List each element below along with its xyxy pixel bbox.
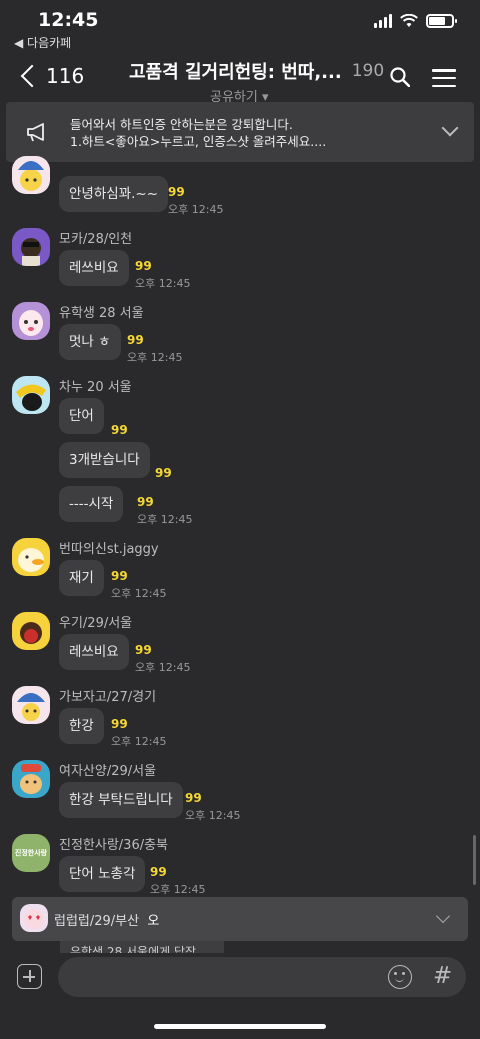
clock: 12:45 (38, 9, 99, 31)
status-bar: 12:45 ◀ 다음카페 (0, 0, 480, 50)
battery-icon (426, 14, 457, 28)
blue-diamond-icon (113, 65, 125, 77)
message-bubble[interactable]: 멋나 ㅎ (59, 324, 121, 360)
unread-chat-count: 116 (46, 64, 85, 88)
unread-count: 99 (111, 717, 128, 731)
message-time: 오후 12:45 (137, 513, 193, 526)
message-bubble[interactable]: 한강 (59, 708, 104, 744)
search-icon[interactable] (390, 67, 410, 87)
chat-title: 고품격 길거리헌팅: 번따,... (129, 62, 342, 83)
hashtag-icon[interactable]: # (433, 963, 452, 989)
unread-count: 99 (150, 865, 167, 879)
input-bar: # (0, 955, 480, 1039)
back-button[interactable]: 116 (18, 64, 84, 88)
notice-line-1: 들어와서 하트인증 안하는분은 강퇴합니다. (70, 117, 293, 132)
sender-name: 번따의신st.jaggy (59, 542, 159, 557)
avatar[interactable] (12, 686, 50, 724)
message-time: 오후 12:45 (111, 587, 167, 600)
message-bubble[interactable]: 한강 부탁드립니다 (59, 782, 183, 818)
message-time: 오후 12:45 (135, 661, 191, 674)
notice-banner[interactable]: 들어와서 하트인증 안하는분은 강퇴합니다. 1.하트<좋아요>누르고, 인증스… (6, 102, 474, 162)
unread-count: 99 (155, 466, 172, 480)
message-bubble[interactable]: 안녕하심꽈.~~ (59, 176, 169, 212)
message-time: 오후 12:45 (168, 203, 224, 216)
unread-count: 99 (137, 495, 154, 509)
scrollbar[interactable] (473, 835, 476, 885)
message-bubble[interactable]: 단어 (59, 398, 104, 434)
avatar[interactable] (12, 228, 50, 266)
message-time: 오후 12:45 (150, 883, 206, 896)
unread-count: 99 (111, 569, 128, 583)
unread-count: 99 (185, 791, 202, 805)
message-bubble[interactable]: 레쓰비요 (59, 634, 129, 670)
sender-name: 차누 20 서울 (59, 380, 132, 395)
sender-name: 여자산양/29/서울 (59, 764, 157, 779)
megaphone-icon (27, 123, 44, 142)
wifi-icon (400, 14, 418, 27)
avatar[interactable]: 진정한사랑 (12, 834, 50, 872)
avatar[interactable] (12, 302, 50, 340)
unread-count: 99 (135, 643, 152, 657)
new-message-preview[interactable]: 럽럽럽/29/부산 오 (12, 897, 468, 941)
unread-count: 99 (135, 259, 152, 273)
sender-name: 유학생 28 서울 (59, 306, 144, 321)
chat-title-area[interactable]: 고품격 길거리헌팅: 번따,... 190 공유하기 ▾ (113, 58, 384, 105)
avatar (20, 904, 48, 932)
sender-name: 우기/29/서울 (59, 616, 133, 631)
member-count: 190 (351, 61, 385, 81)
message-bubble[interactable]: 단어 노총각 (59, 856, 146, 892)
message-time: 오후 12:45 (111, 735, 167, 748)
chat-header: 116 고품격 길거리헌팅: 번따,... 190 공유하기 ▾ (0, 50, 480, 105)
home-indicator (154, 1024, 326, 1029)
notice-line-2: 1.하트<좋아요>누르고, 인증스샷 올려주세요.... (70, 134, 327, 149)
unread-count: 99 (168, 185, 185, 199)
cellular-signal-icon (374, 14, 392, 28)
sender-name: 가보자고/27/경기 (59, 690, 157, 705)
sender-name: 모카/28/인천 (59, 232, 133, 247)
back-to-app-link[interactable]: ◀ 다음카페 (14, 34, 71, 51)
reply-message-peek: 유학생 28 서울에게 답장 (60, 941, 224, 953)
message-bubble[interactable]: 레쓰비요 (59, 250, 129, 286)
avatar-label: 진정한사랑 (14, 849, 48, 857)
message-bubble[interactable]: ----시작 (59, 486, 124, 522)
chevron-left-icon (20, 64, 44, 88)
unread-count: 99 (111, 423, 128, 437)
emoji-icon[interactable] (388, 965, 412, 989)
message-bubble[interactable]: 3개받습니다 (59, 442, 150, 478)
chevron-down-icon[interactable] (441, 119, 459, 137)
avatar[interactable] (12, 760, 50, 798)
menu-icon[interactable] (432, 69, 456, 87)
unread-count: 99 (127, 333, 144, 347)
sender-name: 진정한사랑/36/충북 (59, 838, 169, 853)
avatar[interactable] (12, 612, 50, 650)
message-bubble[interactable]: 재기 (59, 560, 104, 596)
preview-sender: 럽럽럽/29/부산 오 (54, 914, 160, 929)
status-icons (374, 14, 457, 28)
avatar[interactable] (12, 156, 50, 194)
message-time: 오후 12:45 (185, 809, 241, 822)
avatar[interactable] (12, 538, 50, 576)
avatar[interactable] (12, 376, 50, 414)
message-input[interactable]: # (58, 957, 466, 997)
message-time: 오후 12:45 (135, 277, 191, 290)
message-time: 오후 12:45 (127, 351, 183, 364)
chevron-down-icon[interactable] (435, 908, 451, 924)
plus-icon[interactable] (17, 964, 42, 989)
